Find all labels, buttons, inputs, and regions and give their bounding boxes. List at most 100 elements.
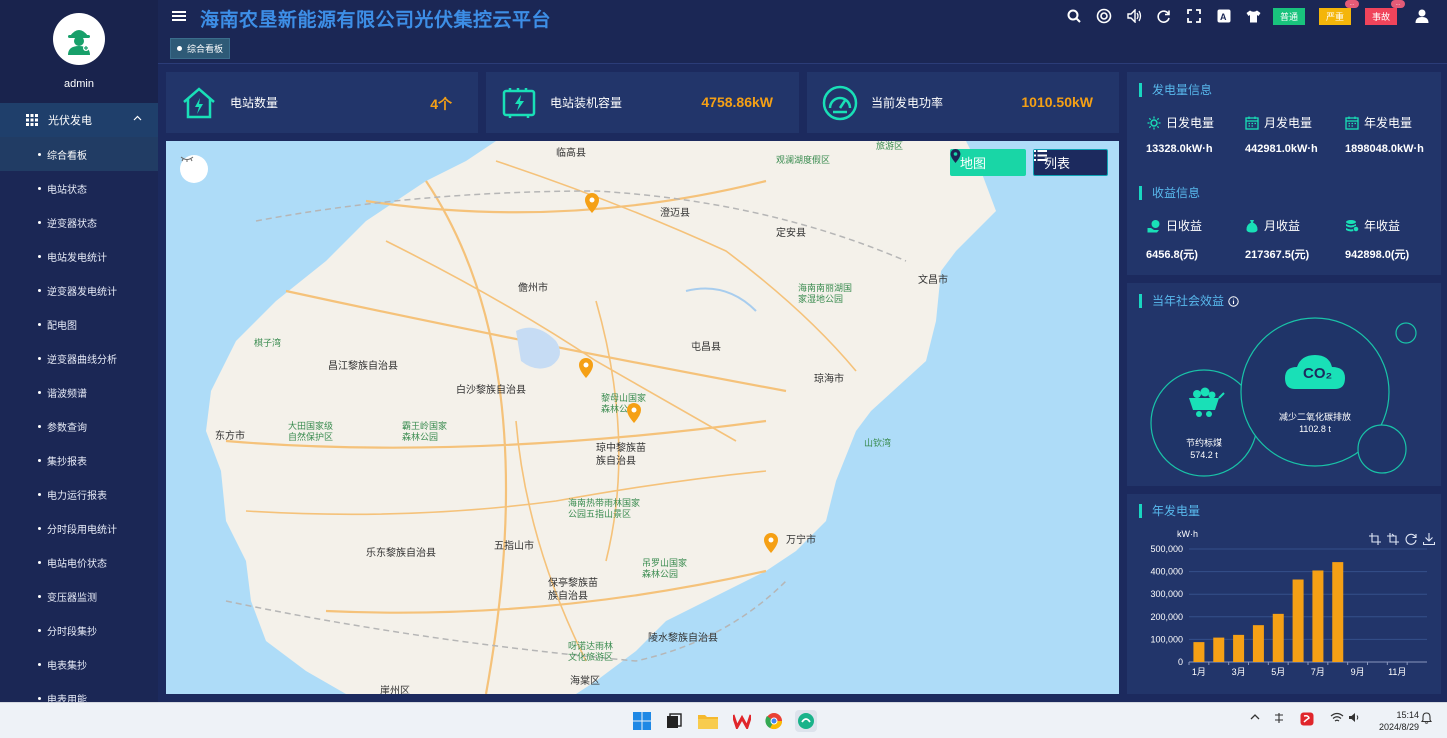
map-label: 海棠区 (570, 676, 600, 687)
alarm-accident-button[interactable]: 事故... (1364, 0, 1405, 25)
x-tick-label: 1月 (1192, 667, 1206, 677)
alarm-serious-button[interactable]: 严重... (1318, 0, 1359, 25)
map-label: 崖州区 (380, 686, 410, 694)
tab-dashboard[interactable]: 综合看板 (170, 38, 231, 59)
x-tick-label: 7月 (1311, 667, 1325, 677)
tray-expand-icon[interactable] (1250, 712, 1260, 723)
map-label: 吊罗山国家森林公园 (642, 558, 688, 579)
sidebar-item-power-report[interactable]: 电力运行报表 (0, 477, 158, 511)
station-pin-icon[interactable] (584, 193, 600, 213)
stat-value: 1010.50kW (1021, 94, 1093, 110)
map-label: 万宁市 (786, 535, 816, 546)
money-hand-icon (1147, 219, 1160, 232)
menu-group-pv[interactable]: 光伏发电 (0, 103, 158, 137)
menu-toggle-icon[interactable] (172, 10, 186, 22)
info-value-monthly-gen: 442981.0kW·h (1245, 143, 1318, 155)
bar-5月[interactable] (1272, 613, 1284, 662)
badge-label: 普通 (1279, 11, 1298, 22)
station-pin-icon[interactable] (626, 403, 642, 423)
sidebar-item-meter-collect[interactable]: 电表集抄 (0, 647, 158, 681)
info-label-text: 日收益 (1166, 219, 1203, 233)
sidebar-item-tou-meter[interactable]: 分时段集抄 (0, 613, 158, 647)
sidebar-item-param-query[interactable]: 参数查询 (0, 409, 158, 443)
speaker-icon[interactable] (1348, 712, 1360, 726)
task-view-icon[interactable] (663, 710, 685, 732)
wps-icon[interactable] (731, 710, 753, 732)
wps-tray-icon[interactable] (1300, 712, 1314, 729)
sidebar-item-inverter-gen-stats[interactable]: 逆变器发电统计 (0, 273, 158, 307)
avatar[interactable] (53, 13, 105, 65)
map-label: 旅游区 (876, 141, 904, 151)
sidebar-item-harmonic-spectrum[interactable]: 谐波频谱 (0, 375, 158, 409)
toggle-labels-button[interactable] (180, 155, 208, 183)
sidebar-item-meter-report[interactable]: 集抄报表 (0, 443, 158, 477)
grid-icon (26, 114, 38, 126)
wifi-icon[interactable] (1330, 712, 1344, 726)
badge-count: ... (1344, 0, 1359, 8)
file-explorer-icon[interactable] (697, 710, 719, 732)
translate-icon[interactable]: A (1213, 5, 1235, 27)
yearly-gen-bar-chart: kW·h 0 100,000 200,000 300,000 400,000 500,00… (1150, 529, 1427, 677)
x-tick-label: 5月 (1271, 667, 1285, 677)
map-view-button[interactable]: 地图 (950, 149, 1026, 176)
windows-start-icon[interactable] (631, 710, 653, 732)
notification-icon[interactable] (1420, 712, 1433, 727)
ime-icon[interactable] (1273, 712, 1285, 727)
map-label: 儋州市 (518, 283, 548, 294)
help-icon[interactable] (1093, 5, 1115, 27)
sidebar-item-label: 电站电价状态 (47, 558, 107, 570)
sidebar-item-label: 电表集抄 (47, 660, 87, 672)
sidebar-item-transformer[interactable]: 变压器监测 (0, 579, 158, 613)
user-name: admin (64, 78, 94, 90)
sun-icon (1147, 116, 1161, 129)
map-label: 琼中黎族苗族自治县 (596, 443, 646, 467)
button-label: 列表 (1044, 156, 1071, 171)
badge-label: 严重 (1325, 11, 1344, 22)
sidebar-item-price-status[interactable]: 电站电价状态 (0, 545, 158, 579)
bar-2月[interactable] (1213, 637, 1225, 662)
refresh-icon[interactable] (1153, 5, 1175, 27)
station-pin-icon[interactable] (578, 358, 594, 378)
sidebar-item-station-status[interactable]: 电站状态 (0, 171, 158, 205)
bar-8月[interactable] (1332, 562, 1344, 662)
bar-3月[interactable] (1233, 634, 1245, 662)
list-view-button[interactable]: 列表 (1033, 149, 1108, 176)
sidebar-item-label: 逆变器状态 (47, 218, 97, 230)
sidebar-item-distribution-diagram[interactable]: 配电图 (0, 307, 158, 341)
money-bag-icon (1246, 219, 1258, 232)
alarm-normal-button[interactable]: 普通 (1272, 7, 1305, 25)
power-info-title: 发电量信息 (1139, 83, 1212, 97)
map-label: 临高县 (556, 148, 586, 159)
station-map[interactable]: 临高县 澄迈县 定安县 儋州市 文昌市 屯昌县 琼海市 昌江黎族自治县 白沙黎族… (166, 141, 1119, 694)
list-icon (1034, 150, 1047, 161)
info-value-monthly-income: 217367.5(元) (1245, 249, 1310, 261)
map-label: 昌江黎族自治县 (328, 361, 398, 372)
volume-icon[interactable] (1123, 5, 1145, 27)
station-pin-icon[interactable] (763, 533, 779, 553)
bar-4月[interactable] (1252, 625, 1264, 662)
map-label: 文昌市 (918, 275, 948, 286)
user-icon[interactable] (1411, 5, 1433, 27)
info-value-yearly-income: 942898.0(元) (1345, 249, 1410, 261)
clock-time: 15:14 (1396, 710, 1419, 720)
shirt-icon[interactable] (1243, 5, 1265, 27)
active-app-icon[interactable] (795, 710, 817, 732)
bar-1月[interactable] (1193, 642, 1205, 662)
sidebar: admin 光伏发电 综合看板 电站状态 逆变器状态 电站发电统计 逆变器发电统… (0, 0, 158, 702)
sidebar-item-tou-usage[interactable]: 分时段用电统计 (0, 511, 158, 545)
bar-7月[interactable] (1312, 570, 1324, 662)
sidebar-item-label: 分时段用电统计 (47, 524, 117, 536)
fullscreen-icon[interactable] (1183, 5, 1205, 27)
sidebar-item-dashboard[interactable]: 综合看板 (0, 137, 158, 171)
sidebar-item-label: 参数查询 (47, 422, 87, 434)
sidebar-item-station-gen-stats[interactable]: 电站发电统计 (0, 239, 158, 273)
tab-label: 综合看板 (187, 44, 224, 54)
system-clock[interactable]: 15:14 2024/8/29 (1379, 709, 1419, 733)
sidebar-item-meter-energy[interactable]: 电表用能 (0, 681, 158, 702)
sidebar-item-inverter-status[interactable]: 逆变器状态 (0, 205, 158, 239)
bar-6月[interactable] (1292, 579, 1304, 662)
sidebar-item-inverter-curve[interactable]: 逆变器曲线分析 (0, 341, 158, 375)
browser-icon[interactable] (763, 710, 785, 732)
search-icon[interactable] (1063, 5, 1085, 27)
eye-closed-icon (180, 156, 194, 162)
